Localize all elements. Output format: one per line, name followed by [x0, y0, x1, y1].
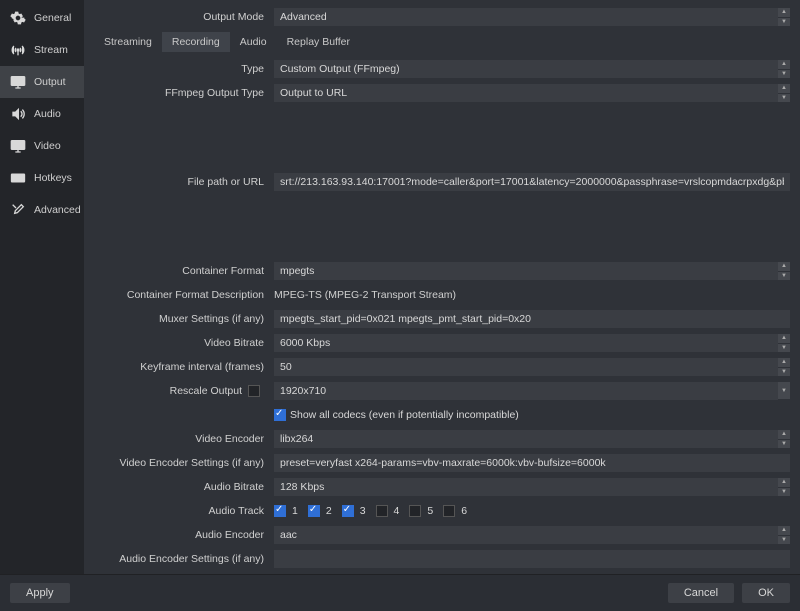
track-label: 5 [427, 505, 433, 517]
aencset-label: Audio Encoder Settings (if any) [94, 553, 274, 565]
rescale-label: Rescale Output [170, 385, 242, 397]
sidebar-item-label: Hotkeys [34, 172, 72, 184]
stepper-icon[interactable]: ▲▼ [778, 334, 790, 352]
track-checkbox-5[interactable] [409, 505, 421, 517]
output-mode-label: Output Mode [94, 11, 274, 23]
sidebar-item-audio[interactable]: Audio [0, 98, 84, 130]
track-label: 1 [292, 505, 298, 517]
container-desc-value: MPEG-TS (MPEG-2 Transport Stream) [274, 286, 790, 304]
aencoder-label: Audio Encoder [94, 529, 274, 541]
sidebar-item-label: Video [34, 140, 61, 152]
showall-checkbox[interactable] [274, 409, 286, 421]
rescale-checkbox[interactable] [248, 385, 260, 397]
tab-recording[interactable]: Recording [162, 32, 230, 52]
keyboard-icon [10, 170, 26, 186]
sidebar-item-label: Audio [34, 108, 61, 120]
ok-button[interactable]: OK [742, 583, 790, 603]
atrack-label: Audio Track [94, 505, 274, 517]
chevron-down-icon: ▼ [778, 382, 790, 400]
chevron-updown-icon: ▲▼ [778, 430, 790, 448]
chevron-updown-icon: ▲▼ [778, 262, 790, 280]
antenna-icon [10, 42, 26, 58]
container-desc-label: Container Format Description [94, 289, 274, 301]
tab-streaming[interactable]: Streaming [94, 32, 162, 52]
tab-audio[interactable]: Audio [230, 32, 277, 52]
track-label: 2 [326, 505, 332, 517]
container-format-select[interactable]: mpegts ▲▼ [274, 262, 790, 280]
sidebar-item-stream[interactable]: Stream [0, 34, 84, 66]
apply-button[interactable]: Apply [10, 583, 70, 603]
sidebar: General Stream Output Audio Video Hotkey… [0, 0, 84, 574]
output-mode-select[interactable]: Advanced ▲▼ [274, 8, 790, 26]
stepper-icon[interactable]: ▲▼ [778, 358, 790, 376]
abitrate-input[interactable]: 128 Kbps ▲▼ [274, 478, 790, 496]
stepper-icon[interactable]: ▲▼ [778, 478, 790, 496]
monitor-icon [10, 138, 26, 154]
track-checkbox-4[interactable] [376, 505, 388, 517]
audio-track-group: 1 2 3 4 5 6 [274, 505, 790, 517]
footer: Apply Cancel OK [0, 574, 800, 611]
chevron-updown-icon: ▲▼ [778, 526, 790, 544]
sidebar-item-output[interactable]: Output [0, 66, 84, 98]
sidebar-item-label: General [34, 12, 71, 24]
keyframe-label: Keyframe interval (frames) [94, 361, 274, 373]
vencset-input[interactable] [274, 454, 790, 472]
track-label: 3 [360, 505, 366, 517]
muxer-input[interactable] [274, 310, 790, 328]
rescale-select[interactable]: 1920x710 ▼ [274, 382, 790, 400]
container-format-label: Container Format [94, 265, 274, 277]
sidebar-item-label: Output [34, 76, 66, 88]
type-label: Type [94, 63, 274, 75]
track-checkbox-1[interactable] [274, 505, 286, 517]
vencoder-select[interactable]: libx264 ▲▼ [274, 430, 790, 448]
track-checkbox-2[interactable] [308, 505, 320, 517]
content-panel: Output Mode Advanced ▲▼ Streaming Record… [84, 0, 800, 574]
vbitrate-input[interactable]: 6000 Kbps ▲▼ [274, 334, 790, 352]
chevron-updown-icon: ▲▼ [778, 60, 790, 78]
ffmpeg-type-label: FFmpeg Output Type [94, 87, 274, 99]
muxer-label: Muxer Settings (if any) [94, 313, 274, 325]
ffmpeg-type-select[interactable]: Output to URL ▲▼ [274, 84, 790, 102]
cancel-button[interactable]: Cancel [668, 583, 734, 603]
gear-icon [10, 10, 26, 26]
track-label: 6 [461, 505, 467, 517]
showall-label: Show all codecs (even if potentially inc… [290, 409, 519, 421]
sidebar-item-label: Advanced [34, 204, 81, 216]
speaker-icon [10, 106, 26, 122]
sidebar-item-general[interactable]: General [0, 2, 84, 34]
track-checkbox-3[interactable] [342, 505, 354, 517]
aencset-input[interactable] [274, 550, 790, 568]
chevron-updown-icon: ▲▼ [778, 8, 790, 26]
sidebar-item-label: Stream [34, 44, 68, 56]
vbitrate-label: Video Bitrate [94, 337, 274, 349]
vencset-label: Video Encoder Settings (if any) [94, 457, 274, 469]
sidebar-item-advanced[interactable]: Advanced [0, 194, 84, 226]
aencoder-select[interactable]: aac ▲▼ [274, 526, 790, 544]
filepath-input[interactable] [274, 173, 790, 191]
vencoder-label: Video Encoder [94, 433, 274, 445]
filepath-label: File path or URL [94, 176, 274, 188]
chevron-updown-icon: ▲▼ [778, 84, 790, 102]
tools-icon [10, 202, 26, 218]
output-tabs: Streaming Recording Audio Replay Buffer [94, 32, 790, 52]
sidebar-item-hotkeys[interactable]: Hotkeys [0, 162, 84, 194]
track-checkbox-6[interactable] [443, 505, 455, 517]
track-label: 4 [394, 505, 400, 517]
monitor-arrow-icon [10, 74, 26, 90]
keyframe-input[interactable]: 50 ▲▼ [274, 358, 790, 376]
sidebar-item-video[interactable]: Video [0, 130, 84, 162]
abitrate-label: Audio Bitrate [94, 481, 274, 493]
type-select[interactable]: Custom Output (FFmpeg) ▲▼ [274, 60, 790, 78]
tab-replay-buffer[interactable]: Replay Buffer [277, 32, 360, 52]
